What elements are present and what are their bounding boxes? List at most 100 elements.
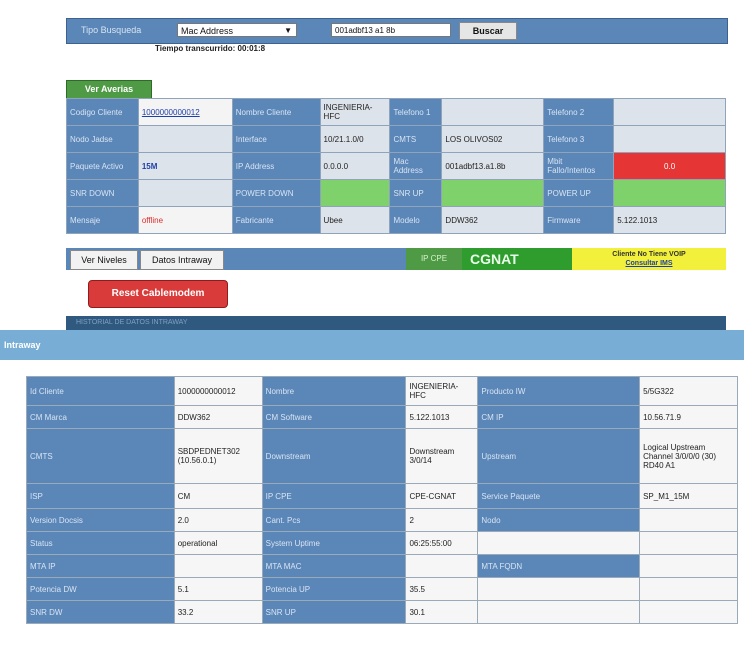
field-value: Downstream 3/0/14: [405, 428, 479, 484]
field-label: POWER UP: [543, 179, 615, 207]
field-value: DDW362: [173, 405, 263, 429]
field-label: System Uptime: [261, 531, 407, 555]
field-value: [639, 577, 738, 601]
field-label: Codigo Cliente: [66, 98, 139, 126]
field-label: Nodo Jadse: [66, 125, 139, 153]
field-label: Status: [26, 531, 175, 555]
datos-intraway-button[interactable]: Datos Intraway: [140, 250, 224, 270]
field-value: 33.2: [173, 600, 263, 624]
field-label: Telefono 1: [389, 98, 443, 126]
field-value: [137, 125, 233, 153]
field-label: Interface: [231, 125, 321, 153]
intraway-row: CM Marca DDW362 CM Software 5.122.1013 CM IP…: [26, 405, 738, 429]
field-value: 0.0.0.0: [319, 152, 391, 180]
field-value: 10.56.71.9: [639, 405, 738, 429]
ver-averias-tab[interactable]: Ver Averias: [66, 80, 152, 99]
field-value: 2: [405, 508, 479, 532]
field-label: Mensaje: [66, 206, 139, 234]
intraway-row: Id Cliente 1000000000012 Nombre INGENIERIA-…: [26, 376, 738, 406]
field-value: SBDPEDNET302 (10.56.0.1): [173, 428, 263, 484]
field-value: [613, 125, 726, 153]
elapsed-time: Tiempo transcurrido: 00:01:8: [155, 44, 266, 53]
intraway-row: Potencia DW 5.1 Potencia UP 35.5: [26, 577, 738, 601]
search-type-value: Mac Address: [181, 26, 234, 36]
field-value: CM: [173, 483, 263, 509]
field-value: [173, 554, 263, 578]
ver-niveles-button[interactable]: Ver Niveles: [70, 250, 138, 270]
field-value: INGENIERIA-HFC: [405, 376, 479, 406]
field-value: [477, 531, 641, 555]
field-value: [405, 554, 479, 578]
field-label: Producto IW: [477, 376, 641, 406]
search-type-label: Tipo Busqueda: [81, 25, 142, 35]
field-label: SNR DOWN: [66, 179, 139, 207]
field-value: 10/21.1.0/0: [319, 125, 391, 153]
field-value: [613, 98, 726, 126]
field-label: MTA IP: [26, 554, 175, 578]
field-value: 2.0: [173, 508, 263, 532]
field-value[interactable]: 1000000000012: [137, 98, 233, 126]
field-label: Nombre: [261, 376, 407, 406]
field-label: IP CPE: [261, 483, 407, 509]
field-value: [441, 98, 545, 126]
intraway-title: Intraway: [4, 340, 41, 350]
field-value: [639, 508, 738, 532]
field-label: Telefono 3: [543, 125, 615, 153]
field-value: DDW362: [441, 206, 545, 234]
field-label: Potencia UP: [261, 577, 407, 601]
search-bar: Tipo Busqueda Mac Address ▼ 001adbf13 a1…: [66, 18, 728, 44]
field-value: operational: [173, 531, 263, 555]
field-value: 1000000000012: [173, 376, 263, 406]
intraway-row: Status operational System Uptime 06:25:55:0…: [26, 531, 738, 555]
field-value: [319, 179, 391, 207]
search-type-select[interactable]: Mac Address ▼: [177, 23, 297, 37]
field-value: [477, 577, 641, 601]
client-info-row: Codigo Cliente 1000000000012 Nombre Client…: [66, 98, 726, 126]
intraway-row: CMTS SBDPEDNET302 (10.56.0.1) Downstream Do…: [26, 428, 738, 484]
field-value: CPE-CGNAT: [405, 483, 479, 509]
cgnat-badge: CGNAT: [462, 248, 572, 270]
field-label: Mac Address: [389, 152, 443, 180]
field-label: MTA FQDN: [477, 554, 641, 578]
voip-message: Cliente No Tiene VOIP: [612, 251, 686, 258]
field-value: SP_M1_15M: [639, 483, 738, 509]
field-label: MTA MAC: [261, 554, 407, 578]
search-input[interactable]: 001adbf13 a1 8b: [331, 23, 451, 37]
field-label: SNR UP: [261, 600, 407, 624]
reset-cablemodem-button[interactable]: Reset Cablemodem: [88, 280, 228, 308]
field-value: 30.1: [405, 600, 479, 624]
field-label: CMTS: [389, 125, 443, 153]
consultar-ims-link[interactable]: Consultar IMS: [572, 259, 726, 268]
intraway-table: Id Cliente 1000000000012 Nombre INGENIERIA-…: [26, 376, 738, 624]
field-value: [137, 179, 233, 207]
field-value: 5.1: [173, 577, 263, 601]
field-label: Mbit Fallo/Intentos: [543, 152, 615, 180]
field-value: [639, 531, 738, 555]
field-label: Potencia DW: [26, 577, 175, 601]
intraway-row: MTA IP MTA MAC MTA FQDN: [26, 554, 738, 578]
field-value: 5.122.1013: [613, 206, 726, 234]
field-label: CM IP: [477, 405, 641, 429]
field-value: [613, 179, 726, 207]
client-info-table: Codigo Cliente 1000000000012 Nombre Client…: [66, 98, 726, 234]
client-info-row: SNR DOWN POWER DOWN SNR UP POWER UP: [66, 179, 726, 207]
field-label: Nombre Cliente: [231, 98, 321, 126]
field-label: CM Marca: [26, 405, 175, 429]
field-label: Upstream: [477, 428, 641, 484]
field-label: Fabricante: [231, 206, 321, 234]
chevron-down-icon: ▼: [284, 26, 292, 35]
field-label: SNR DW: [26, 600, 175, 624]
intraway-title-bar: Intraway: [0, 330, 744, 360]
field-label: Version Docsis: [26, 508, 175, 532]
intraway-row: SNR DW 33.2 SNR UP 30.1: [26, 600, 738, 624]
field-label: Service Paquete: [477, 483, 641, 509]
field-label: Paquete Activo: [66, 152, 139, 180]
field-label: POWER DOWN: [231, 179, 321, 207]
field-value: [477, 600, 641, 624]
field-value: 0.0: [613, 152, 726, 180]
search-button[interactable]: Buscar: [459, 22, 517, 40]
field-label: SNR UP: [389, 179, 443, 207]
field-value: Logical Upstream Channel 3/0/0/0 (30) RD…: [639, 428, 738, 484]
field-value: [639, 554, 738, 578]
field-label: Firmware: [543, 206, 615, 234]
